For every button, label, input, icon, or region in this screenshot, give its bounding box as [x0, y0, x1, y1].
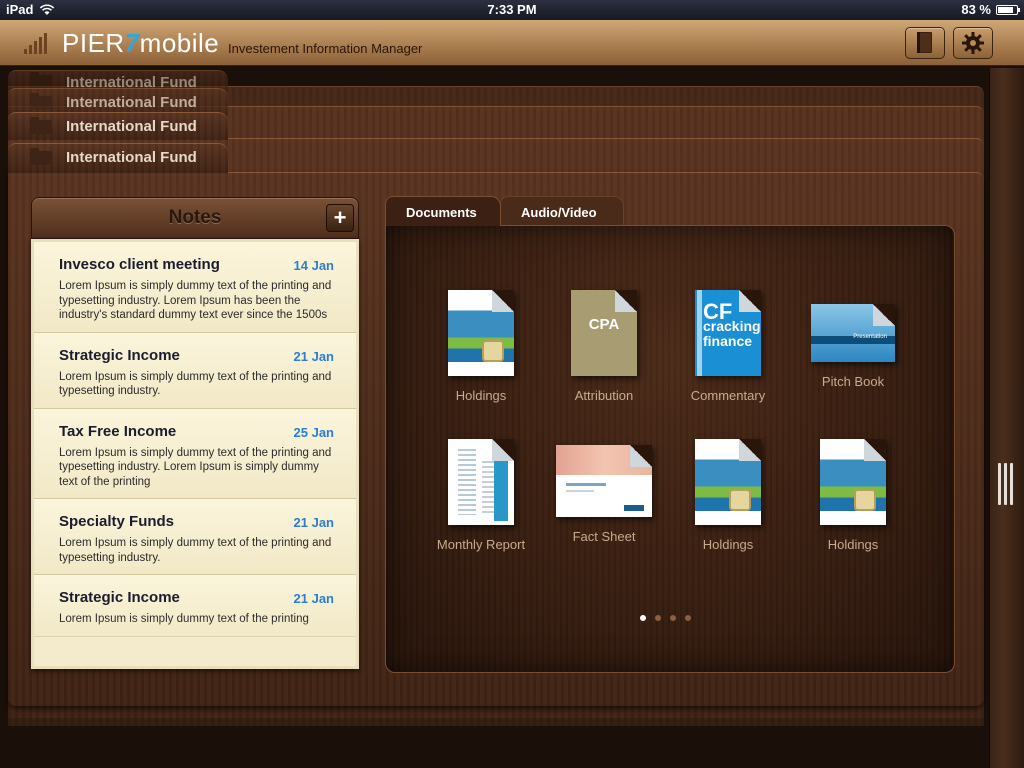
page-dot[interactable] — [655, 615, 661, 621]
folder-icon — [30, 72, 52, 89]
document-thumbnail: Presentation — [811, 304, 895, 362]
document-thumbnail — [556, 445, 652, 517]
folder-icon — [30, 93, 52, 110]
document-thumbnail — [448, 290, 514, 376]
note-date: 21 Jan — [293, 591, 334, 606]
book-icon — [917, 32, 932, 53]
status-bar: iPad 7:33 PM 83 % — [0, 0, 1024, 20]
document-thumbnail — [448, 439, 514, 525]
document-thumbnail: CPA — [571, 290, 637, 376]
document-monthly-report[interactable]: Monthly Report — [421, 439, 541, 552]
tab-documents[interactable]: Documents — [385, 196, 501, 226]
document-label: Holdings — [702, 537, 754, 552]
cover-line1: cracking — [703, 318, 761, 334]
document-holdings[interactable]: Holdings — [793, 439, 913, 552]
folder-icon — [30, 117, 52, 134]
battery-percent: 83 % — [961, 2, 991, 17]
note-item[interactable]: Invesco client meeting 14 Jan Lorem Ipsu… — [34, 242, 356, 333]
lock-icon — [854, 489, 876, 511]
document-thumbnail: CF cracking finance — [695, 290, 761, 376]
app-subtitle: Investement Information Manager — [228, 41, 423, 56]
logo-mobile: mobile — [139, 28, 220, 58]
gear-icon — [962, 32, 984, 54]
battery-icon — [996, 4, 1020, 15]
logo-pier: PIER — [62, 28, 125, 58]
document-label: Pitch Book — [821, 374, 885, 389]
folder-icon — [30, 148, 52, 165]
folder-tab-active[interactable]: International Fund — [8, 143, 228, 173]
document-label: Holdings — [455, 388, 507, 403]
document-fact-sheet[interactable]: Fact Sheet — [544, 439, 664, 544]
notes-list[interactable]: Invesco client meeting 14 Jan Lorem Ipsu… — [31, 239, 359, 669]
document-label: Attribution — [574, 388, 634, 403]
note-item[interactable]: Specialty Funds 21 Jan Lorem Ipsum is si… — [34, 499, 356, 575]
page-indicator[interactable] — [640, 615, 691, 621]
cover-text: Presentation — [853, 334, 887, 340]
add-note-button[interactable]: + — [326, 204, 354, 232]
document-thumbnail — [820, 439, 886, 525]
settings-button[interactable] — [953, 27, 993, 59]
folder-tab-label: International Fund — [66, 118, 197, 135]
battery-fill — [998, 6, 1013, 13]
document-label: Fact Sheet — [572, 529, 636, 544]
folder-tab-2[interactable]: International Fund — [8, 112, 228, 140]
document-pitch-book[interactable]: Presentation Pitch Book — [793, 290, 913, 389]
folder-tab-4[interactable]: International Fund — [8, 70, 228, 91]
note-date: 21 Jan — [293, 515, 334, 530]
note-body: Lorem Ipsum is simply dummy text of the … — [59, 280, 332, 321]
status-time: 7:33 PM — [487, 2, 537, 17]
app-header: PIER7mobile Investement Information Mana… — [0, 20, 1024, 66]
note-item[interactable]: Tax Free Income 25 Jan Lorem Ipsum is si… — [34, 408, 356, 499]
library-button[interactable] — [905, 27, 945, 59]
document-label: Monthly Report — [436, 537, 526, 552]
note-date: 14 Jan — [293, 258, 334, 273]
folder-tab-label: International Fund — [66, 94, 197, 111]
lock-icon — [482, 340, 504, 362]
page-dot[interactable] — [685, 615, 691, 621]
app-logo: PIER7mobile — [62, 28, 219, 59]
note-body: Lorem Ipsum is simply dummy text of the … — [59, 370, 332, 398]
notes-title: Notes — [168, 207, 222, 228]
document-label: Commentary — [690, 388, 766, 403]
note-body: Lorem Ipsum is simply dummy text of the … — [59, 446, 332, 488]
folder-tab-label: International Fund — [66, 149, 197, 166]
document-thumbnail — [695, 439, 761, 525]
document-holdings[interactable]: Holdings — [421, 290, 541, 403]
note-date: 21 Jan — [293, 348, 334, 364]
notes-header: Notes + — [31, 197, 359, 239]
document-commentary[interactable]: CF cracking finance Commentary — [668, 290, 788, 403]
logo-seven: 7 — [124, 28, 140, 58]
page-dot[interactable] — [670, 615, 676, 621]
tab-audio-video[interactable]: Audio/Video — [500, 196, 624, 226]
document-holdings[interactable]: Holdings — [668, 439, 788, 552]
note-body: Lorem Ipsum is simply dummy text of the … — [59, 537, 332, 564]
cover-text: CPA — [588, 316, 620, 333]
document-attribution[interactable]: CPA Attribution — [544, 290, 664, 403]
lock-icon — [729, 489, 751, 511]
cover-line2: finance — [703, 333, 753, 349]
document-label: Holdings — [827, 537, 879, 552]
page-dot[interactable] — [640, 615, 646, 621]
note-date: 25 Jan — [293, 424, 334, 440]
notes-scroll-fade — [34, 618, 356, 666]
drawer-handle[interactable] — [998, 463, 1013, 505]
side-drawer — [989, 68, 1024, 768]
note-item[interactable]: Strategic Income 21 Jan Lorem Ipsum is s… — [34, 332, 356, 409]
signal-logo-icon — [24, 32, 47, 54]
